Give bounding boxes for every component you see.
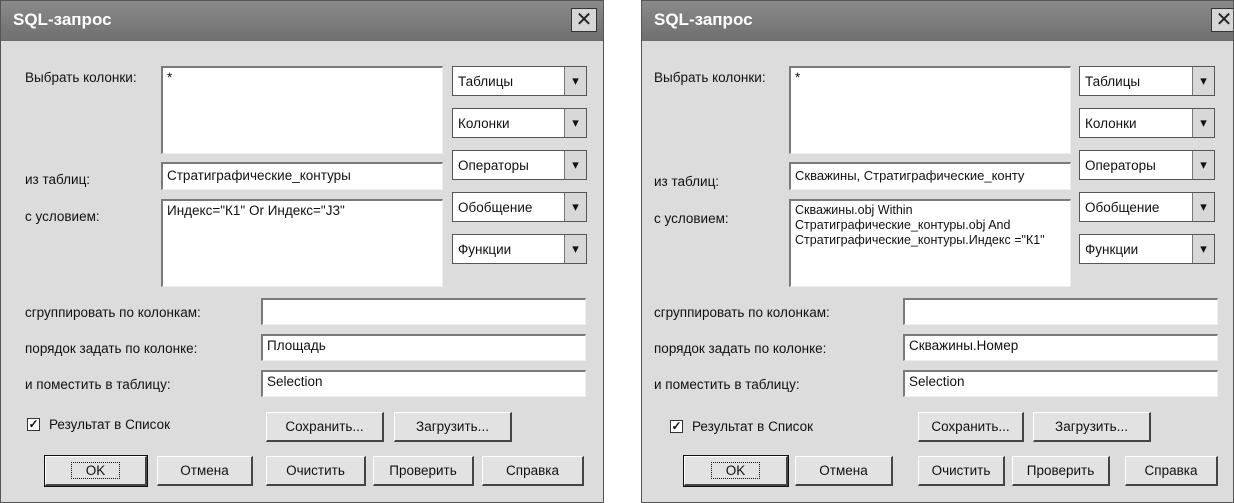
into-table-input[interactable]: Selection [903,370,1218,397]
from-tables-input[interactable]: Стратиграфические_контуры [161,162,443,190]
dropdown-arrow-icon[interactable]: ▾ [1192,67,1214,95]
dropdown-arrow-icon[interactable]: ▾ [564,151,586,179]
select-columns-input[interactable]: * [789,66,1071,154]
functions-dropdown-label: Функции [1085,242,1139,257]
select-columns-input[interactable]: * [161,66,443,154]
cancel-button[interactable]: Отмена [795,456,893,486]
load-button[interactable]: Загрузить... [1033,412,1151,442]
dropdown-arrow-icon[interactable]: ▾ [564,109,586,137]
operators-dropdown-label: Операторы [458,158,529,173]
result-to-list-label: Результат в Список [692,419,813,434]
columns-dropdown-label: Колонки [458,116,510,131]
select-columns-label: Выбрать колонки: [25,70,137,85]
sql-query-dialog-right: SQL-запрос ✕ Выбрать колонки: * из табли… [641,0,1234,503]
dropdown-arrow-icon[interactable]: ▾ [1192,193,1214,221]
tables-dropdown-label: Таблицы [458,74,514,89]
dropdown-arrow-icon[interactable]: ▾ [1192,235,1214,263]
result-to-list-checkbox[interactable]: ✓ [670,420,683,433]
verify-button[interactable]: Проверить [373,456,474,486]
from-tables-input[interactable]: Скважины, Стратиграфические_конту [789,162,1071,190]
clear-button[interactable]: Очистить [266,456,366,486]
from-tables-label: из таблиц: [25,172,91,187]
condition-label: с условием: [25,209,100,224]
result-to-list-checkbox[interactable]: ✓ [27,418,40,431]
into-table-label: и поместить в таблицу: [654,377,800,392]
aggregates-dropdown[interactable]: Обобщение ▾ [1079,192,1215,222]
aggregates-dropdown-label: Обобщение [458,200,533,215]
close-icon: ✕ [1215,9,1233,31]
help-button[interactable]: Справка [482,456,584,486]
functions-dropdown[interactable]: Функции ▾ [452,234,587,264]
dropdown-arrow-icon[interactable]: ▾ [564,67,586,95]
tables-dropdown-label: Таблицы [1085,74,1141,89]
close-button[interactable]: ✕ [571,8,597,32]
operators-dropdown-label: Операторы [1085,158,1156,173]
columns-dropdown[interactable]: Колонки ▾ [1079,108,1215,138]
ok-button[interactable]: OK [683,455,789,487]
ok-button-label: OK [710,462,761,479]
group-by-input[interactable] [903,298,1218,325]
close-icon: ✕ [575,9,593,31]
title-bar[interactable]: SQL-запрос ✕ [1,1,603,41]
columns-dropdown[interactable]: Колонки ▾ [452,108,587,138]
dropdown-arrow-icon[interactable]: ▾ [1192,151,1214,179]
dropdown-arrow-icon[interactable]: ▾ [564,235,586,263]
tables-dropdown[interactable]: Таблицы ▾ [452,66,587,96]
operators-dropdown[interactable]: Операторы ▾ [452,150,587,180]
save-button[interactable]: Сохранить... [266,412,384,442]
clear-button[interactable]: Очистить [918,456,1005,486]
select-columns-label: Выбрать колонки: [654,70,766,85]
order-by-input[interactable]: Скважины.Номер [903,334,1218,361]
order-by-label: порядок задать по колонке: [654,341,827,356]
into-table-input[interactable]: Selection [261,370,586,397]
title-bar[interactable]: SQL-запрос ✕ [642,1,1233,41]
order-by-label: порядок задать по колонке: [25,341,198,356]
dialog-title: SQL-запрос [13,10,112,29]
aggregates-dropdown-label: Обобщение [1085,200,1160,215]
verify-button[interactable]: Проверить [1012,456,1110,486]
condition-input[interactable]: Скважины.obj Within Стратиграфические_ко… [789,199,1071,287]
result-to-list-label: Результат в Список [49,417,170,432]
sql-query-dialog-left: SQL-запрос ✕ Выбрать колонки: * из табли… [0,0,604,503]
group-by-label: сгруппировать по колонкам: [25,305,201,320]
group-by-label: сгруппировать по колонкам: [654,305,830,320]
ok-button-label: OK [70,462,121,479]
into-table-label: и поместить в таблицу: [25,377,171,392]
functions-dropdown[interactable]: Функции ▾ [1079,234,1215,264]
order-by-input[interactable]: Площадь [261,334,586,361]
tables-dropdown[interactable]: Таблицы ▾ [1079,66,1215,96]
close-button[interactable]: ✕ [1211,8,1233,32]
group-by-input[interactable] [261,298,586,325]
cancel-button[interactable]: Отмена [157,456,253,486]
operators-dropdown[interactable]: Операторы ▾ [1079,150,1215,180]
save-button[interactable]: Сохранить... [918,412,1024,442]
from-tables-label: из таблиц: [654,174,720,189]
functions-dropdown-label: Функции [458,242,512,257]
columns-dropdown-label: Колонки [1085,116,1137,131]
dropdown-arrow-icon[interactable]: ▾ [564,193,586,221]
ok-button[interactable]: OK [44,455,148,487]
dropdown-arrow-icon[interactable]: ▾ [1192,109,1214,137]
load-button[interactable]: Загрузить... [394,412,512,442]
dialog-title: SQL-запрос [654,10,753,29]
condition-label: с условием: [654,211,729,226]
aggregates-dropdown[interactable]: Обобщение ▾ [452,192,587,222]
condition-input[interactable]: Индекс="К1" Or Индекс="J3" [161,199,443,287]
help-button[interactable]: Справка [1125,456,1218,486]
